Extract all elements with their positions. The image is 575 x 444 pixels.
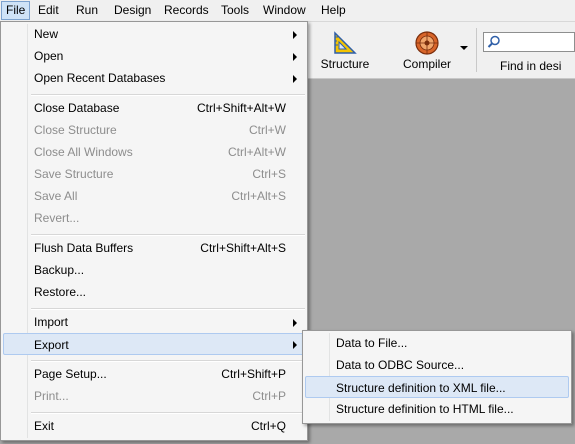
submenu-arrow-icon: [293, 31, 297, 39]
submenu-arrow-icon: [293, 75, 297, 83]
menu-item-label: Backup...: [34, 263, 85, 277]
export-submenu: Data to File... Data to ODBC Source... S…: [302, 330, 572, 424]
menu-item-shortcut: Ctrl+W: [249, 123, 286, 137]
menu-separator: [31, 360, 305, 362]
menu-item-shortcut: Ctrl+Alt+S: [231, 189, 286, 203]
menu-run[interactable]: Run: [72, 2, 102, 19]
menu-item-shortcut: Ctrl+Shift+Alt+S: [200, 241, 286, 255]
menu-item-flush-data-buffers[interactable]: Flush Data Buffers Ctrl+Shift+Alt+S: [3, 237, 305, 259]
structure-button[interactable]: Structure: [316, 24, 374, 76]
menu-item-export[interactable]: Export: [3, 333, 305, 355]
menu-item-shortcut: Ctrl+Shift+Alt+W: [196, 101, 286, 115]
menu-item-shortcut: Ctrl+P: [252, 389, 286, 403]
menu-item-label: Save All: [34, 189, 78, 203]
menu-item-close-all-windows[interactable]: Close All Windows Ctrl+Alt+W: [3, 141, 305, 163]
menu-item-structure-to-html[interactable]: Structure definition to HTML file...: [305, 398, 569, 420]
structure-icon: [332, 30, 358, 59]
menu-item-label: Structure definition to XML file...: [336, 381, 506, 395]
menu-item-shortcut: Ctrl+S: [252, 167, 286, 181]
menu-item-exit[interactable]: Exit Ctrl+Q: [3, 415, 305, 437]
menu-item-open[interactable]: Open: [3, 45, 305, 67]
compiler-label: Compiler: [402, 57, 451, 71]
menu-file[interactable]: File: [1, 1, 31, 20]
menu-item-data-to-odbc-source[interactable]: Data to ODBC Source...: [305, 354, 569, 376]
menu-item-close-structure[interactable]: Close Structure Ctrl+W: [3, 119, 305, 141]
menu-item-new[interactable]: New: [3, 23, 305, 45]
menu-item-structure-to-xml[interactable]: Structure definition to XML file...: [305, 376, 569, 398]
menu-separator: [31, 234, 305, 236]
menu-item-label: Page Setup...: [34, 367, 107, 381]
menu-item-data-to-file[interactable]: Data to File...: [305, 332, 569, 354]
menu-bar: File Edit Run Design Records Tools Windo…: [0, 0, 575, 22]
menu-item-backup[interactable]: Backup...: [3, 259, 305, 281]
menu-item-label: Open Recent Databases: [34, 71, 166, 85]
compiler-dropdown-arrow-icon[interactable]: [460, 46, 468, 50]
menu-item-label: Flush Data Buffers: [34, 241, 134, 255]
menu-window[interactable]: Window: [259, 2, 310, 19]
menu-item-label: Import: [34, 315, 69, 329]
menu-item-label: Restore...: [34, 285, 87, 299]
find-in-design-input[interactable]: [483, 32, 575, 52]
menu-item-print[interactable]: Print... Ctrl+P: [3, 385, 305, 407]
menu-item-save-all[interactable]: Save All Ctrl+Alt+S: [3, 185, 305, 207]
compiler-button[interactable]: Compiler: [396, 24, 458, 76]
menu-tools[interactable]: Tools: [217, 2, 253, 19]
menu-design[interactable]: Design: [110, 2, 155, 19]
menu-item-revert[interactable]: Revert...: [3, 207, 305, 229]
menu-item-label: Revert...: [34, 211, 80, 225]
toolbar-separator: [476, 28, 477, 72]
submenu-arrow-icon: [293, 319, 297, 327]
menu-item-label: Data to File...: [336, 336, 408, 350]
menu-item-import[interactable]: Import: [3, 311, 305, 333]
menu-separator: [31, 308, 305, 310]
menu-item-shortcut: Ctrl+Q: [250, 419, 286, 433]
menu-item-label: Print...: [34, 389, 69, 403]
menu-edit[interactable]: Edit: [34, 2, 63, 19]
menu-item-label: Structure definition to HTML file...: [336, 402, 514, 416]
menu-item-shortcut: Ctrl+Shift+P: [221, 367, 286, 381]
menu-item-close-database[interactable]: Close Database Ctrl+Shift+Alt+W: [3, 97, 305, 119]
menu-item-label: Save Structure: [34, 167, 114, 181]
menu-item-label: New: [34, 27, 59, 41]
menu-item-shortcut: Ctrl+Alt+W: [227, 145, 286, 159]
menu-item-label: Data to ODBC Source...: [336, 358, 465, 372]
menu-item-open-recent[interactable]: Open Recent Databases: [3, 67, 305, 89]
find-in-design-label: Find in desi: [500, 59, 562, 73]
menu-item-label: Close All Windows: [34, 145, 133, 159]
compiler-icon: [414, 30, 440, 59]
menu-item-label: Export: [34, 338, 69, 352]
menu-item-label: Close Structure: [34, 123, 117, 137]
menu-separator: [31, 412, 305, 414]
menu-help[interactable]: Help: [317, 2, 350, 19]
submenu-arrow-icon: [293, 53, 297, 61]
submenu-arrow-icon: [293, 341, 297, 349]
menu-item-label: Exit: [34, 419, 55, 433]
menu-separator: [31, 94, 305, 96]
menu-item-label: Open: [34, 49, 64, 63]
search-icon: [487, 35, 501, 52]
menu-item-page-setup[interactable]: Page Setup... Ctrl+Shift+P: [3, 363, 305, 385]
file-menu: New Open Open Recent Databases Close Dat…: [0, 21, 308, 441]
menu-records[interactable]: Records: [160, 2, 213, 19]
menu-item-restore[interactable]: Restore...: [3, 281, 305, 303]
structure-label: Structure: [320, 57, 370, 71]
menu-item-save-structure[interactable]: Save Structure Ctrl+S: [3, 163, 305, 185]
menu-item-label: Close Database: [34, 101, 120, 115]
